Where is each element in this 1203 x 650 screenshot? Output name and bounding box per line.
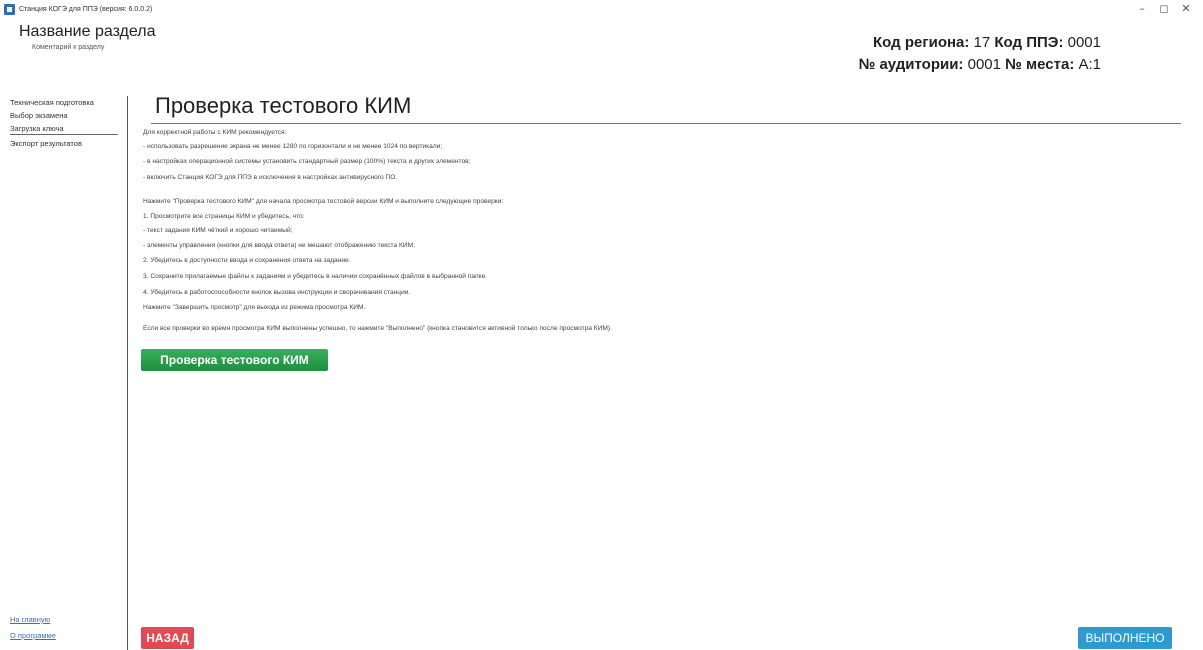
title-bar: Станция КОГЭ для ППЭ (версия: 6.0.0.2) –… — [0, 0, 1203, 18]
ppe-label: Код ППЭ: — [994, 34, 1064, 51]
title-divider — [151, 123, 1181, 124]
home-link[interactable]: На главную — [10, 615, 50, 624]
instruction-line: Для корректной работы с КИМ рекомендуетс… — [143, 129, 287, 136]
auditorium-info: № аудитории: 0001 № места: А:1 — [859, 56, 1101, 73]
section-title: Название раздела — [19, 23, 156, 40]
region-label: Код региона: — [873, 34, 970, 51]
region-info: Код региона: 17 Код ППЭ: 0001 — [873, 34, 1101, 51]
header: Название раздела Коментарий к разделу Ко… — [0, 18, 1203, 96]
back-button[interactable]: НАЗАД — [141, 627, 194, 649]
instruction-line: - элементы управления (кнопки для ввода … — [143, 242, 415, 249]
place-value: А:1 — [1078, 56, 1101, 73]
maximize-icon[interactable]: ◻ — [1153, 2, 1175, 16]
check-test-kim-button[interactable]: Проверка тестового КИМ — [141, 349, 328, 371]
instruction-line: Нажмите "Проверка тестового КИМ" для нач… — [143, 198, 504, 205]
auditorium-label: № аудитории: — [858, 56, 964, 73]
main-content: Проверка тестового КИМ Для корректной ра… — [128, 93, 1203, 650]
region-value: 17 — [973, 34, 991, 51]
instruction-line: Если все проверки во время просмотра КИМ… — [143, 325, 612, 332]
window-controls: – ◻ ✕ — [1131, 2, 1197, 16]
instruction-line: Нажмите "Завершить просмотр" для выхода … — [143, 304, 366, 311]
instruction-line: 2. Убедитесь в доступности ввода и сохра… — [143, 257, 351, 264]
ppe-value: 0001 — [1067, 34, 1101, 51]
close-icon[interactable]: ✕ — [1175, 2, 1197, 16]
sidebar-item-key-upload[interactable]: Загрузка ключа — [10, 124, 118, 135]
done-button[interactable]: ВЫПОЛНЕНО — [1078, 627, 1172, 649]
about-link[interactable]: О программе — [10, 631, 56, 640]
window-title: Станция КОГЭ для ППЭ (версия: 6.0.0.2) — [19, 5, 153, 13]
instruction-line: - текст задания КИМ чёткий и хорошо чита… — [143, 227, 293, 234]
instruction-line: - включить Станция КОГЭ для ППЭ в исключ… — [143, 174, 398, 181]
page-title: Проверка тестового КИМ — [155, 93, 412, 118]
sidebar: Техническая подготовка Выбор экзамена За… — [0, 96, 128, 650]
instruction-line: 3. Сохраните прилагаемые файлы к задания… — [143, 273, 488, 280]
section-comment: Коментарий к разделу — [32, 44, 105, 51]
sidebar-item-exam-select[interactable]: Выбор экзамена — [10, 111, 118, 120]
auditorium-value: 0001 — [967, 56, 1001, 73]
instruction-line: 4. Убедитесь в работоспособности кнопок … — [143, 289, 411, 296]
sidebar-item-export-results[interactable]: Экспорт результатов — [10, 139, 118, 148]
instruction-line: - в настройках операционной системы уста… — [143, 158, 471, 165]
minimize-icon[interactable]: – — [1131, 2, 1153, 16]
instruction-line: 1. Просмотрите все страницы КИМ и убедит… — [143, 213, 305, 220]
instruction-line: - использовать разрешение экрана не мене… — [143, 143, 443, 150]
sidebar-item-tech-prep[interactable]: Техническая подготовка — [10, 98, 118, 107]
place-label: № места: — [1005, 56, 1075, 73]
app-icon — [4, 3, 15, 15]
